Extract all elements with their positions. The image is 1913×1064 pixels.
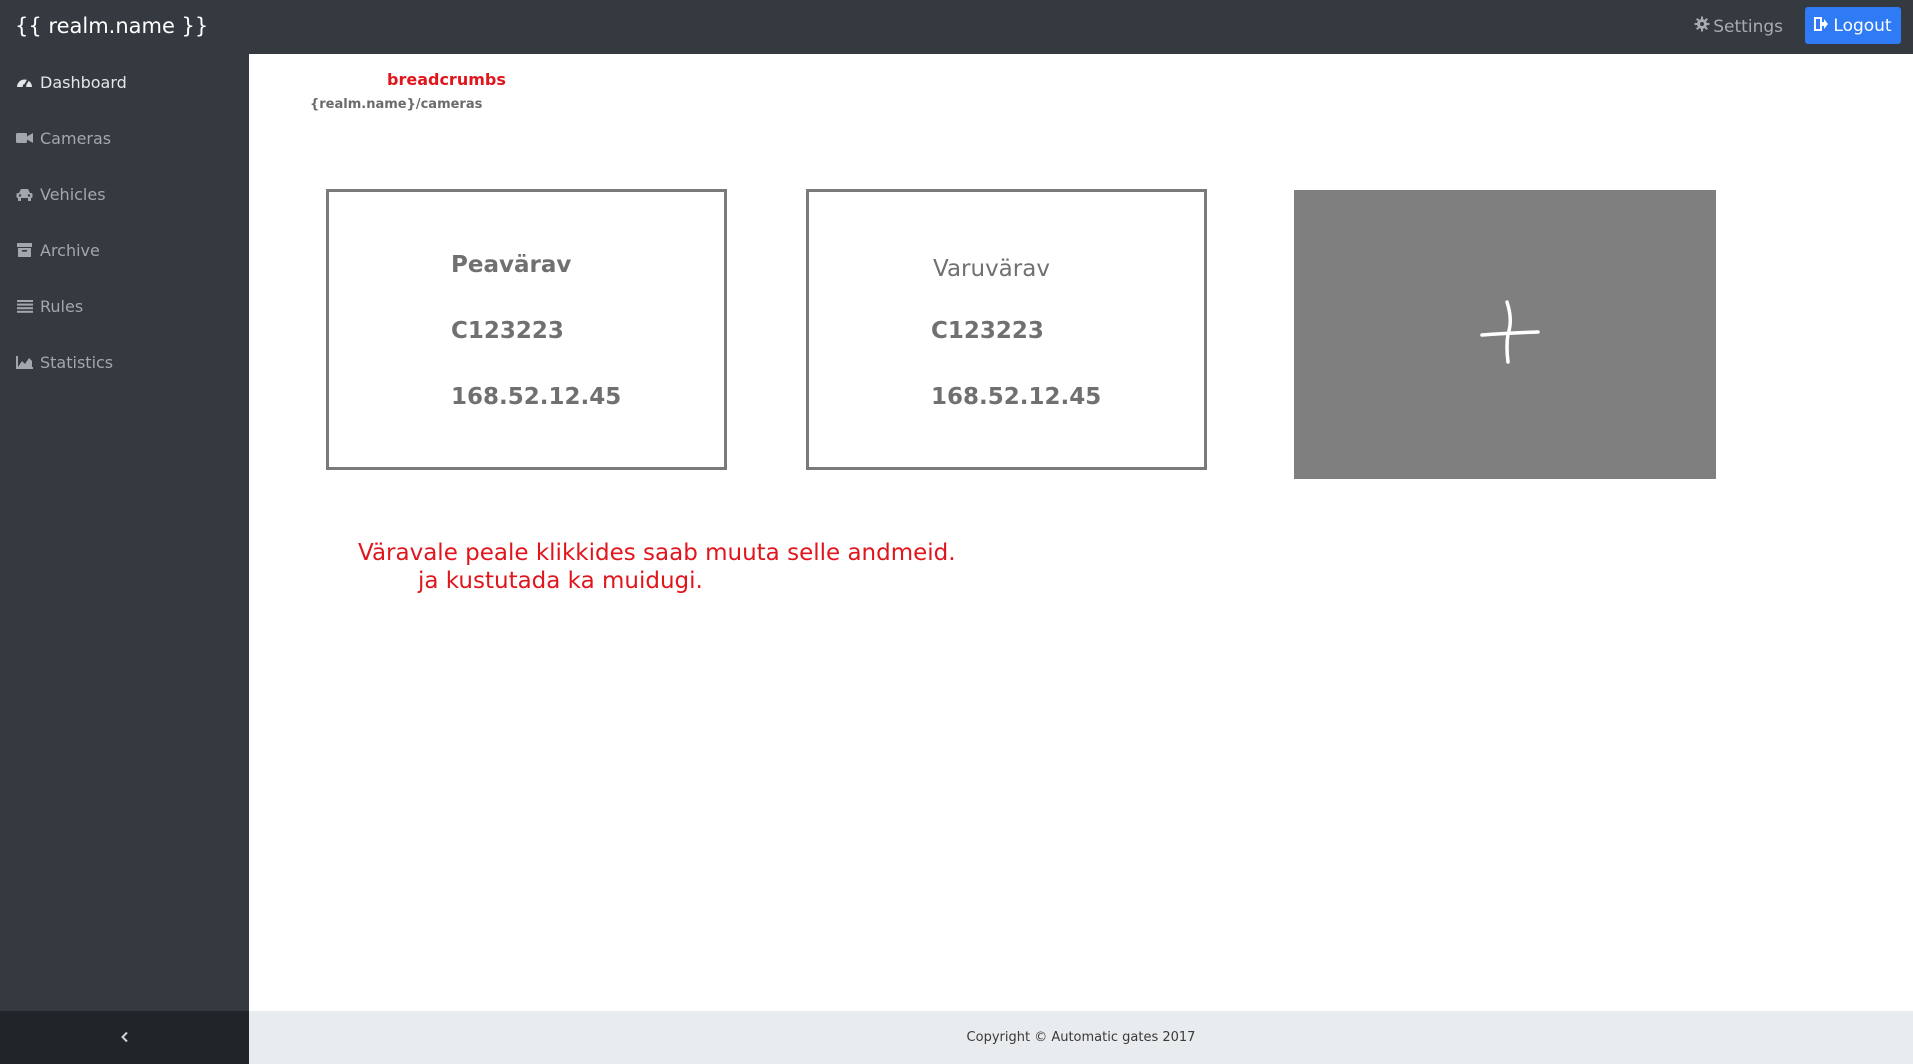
sidebar-item-cameras[interactable]: Cameras — [16, 125, 111, 151]
sidebar-item-vehicles[interactable]: Vehicles — [16, 181, 106, 207]
breadcrumb[interactable]: {realm.name}/cameras — [310, 97, 482, 112]
add-camera-button[interactable] — [1294, 190, 1716, 479]
sidebar-item-label: Vehicles — [40, 184, 106, 204]
camera-name: Peavärav — [451, 252, 572, 278]
breadcrumbs-note: breadcrumbs — [387, 70, 506, 89]
sidebar: Dashboard Cameras Vehicles Archive Rules… — [0, 54, 249, 1011]
annotation-line-2: ja kustutada ka muidugi. — [418, 568, 703, 594]
annotation-line-1: Väravale peale klikkides saab muuta sell… — [358, 540, 956, 566]
sidebar-item-label: Rules — [40, 296, 84, 316]
brand-title[interactable]: {{ realm.name }} — [15, 14, 208, 38]
plus-icon — [1480, 300, 1540, 369]
camera-ip: 168.52.12.45 — [451, 384, 622, 410]
sidebar-item-label: Statistics — [40, 352, 114, 372]
settings-link[interactable]: Settings — [1694, 16, 1783, 37]
sidebar-item-rules[interactable]: Rules — [16, 293, 83, 319]
camera-ip: 168.52.12.45 — [931, 384, 1102, 410]
sidebar-item-label: Dashboard — [40, 72, 127, 92]
logout-label: Logout — [1833, 15, 1892, 36]
settings-label: Settings — [1713, 16, 1783, 37]
copyright-text: Copyright © Automatic gates 2017 — [966, 1030, 1196, 1045]
gear-icon — [1694, 16, 1710, 37]
sidebar-item-label: Cameras — [40, 128, 112, 148]
chart-icon — [16, 354, 33, 371]
sidebar-item-dashboard[interactable]: Dashboard — [16, 69, 127, 95]
logout-button[interactable]: Logout — [1805, 7, 1901, 44]
dashboard-icon — [16, 74, 33, 91]
camera-id: C123223 — [451, 318, 564, 344]
sidebar-item-label: Archive — [40, 240, 100, 260]
camera-name: Varuvärav — [933, 256, 1050, 282]
chevron-left-icon — [120, 1027, 130, 1048]
camera-icon — [16, 130, 33, 147]
sidebar-toggle-button[interactable] — [0, 1011, 249, 1064]
sign-out-icon — [1814, 16, 1829, 36]
car-icon — [16, 186, 33, 203]
archive-icon — [16, 242, 33, 259]
footer: Copyright © Automatic gates 2017 — [249, 1011, 1913, 1064]
camera-id: C123223 — [931, 318, 1044, 344]
sidebar-item-archive[interactable]: Archive — [16, 237, 100, 263]
sidebar-item-statistics[interactable]: Statistics — [16, 349, 113, 375]
top-navbar: {{ realm.name }} Settings Logout — [0, 0, 1913, 54]
camera-card[interactable]: Peavärav C123223 168.52.12.45 — [326, 189, 727, 470]
list-icon — [16, 298, 33, 315]
camera-card[interactable]: Varuvärav C123223 168.52.12.45 — [806, 189, 1207, 470]
